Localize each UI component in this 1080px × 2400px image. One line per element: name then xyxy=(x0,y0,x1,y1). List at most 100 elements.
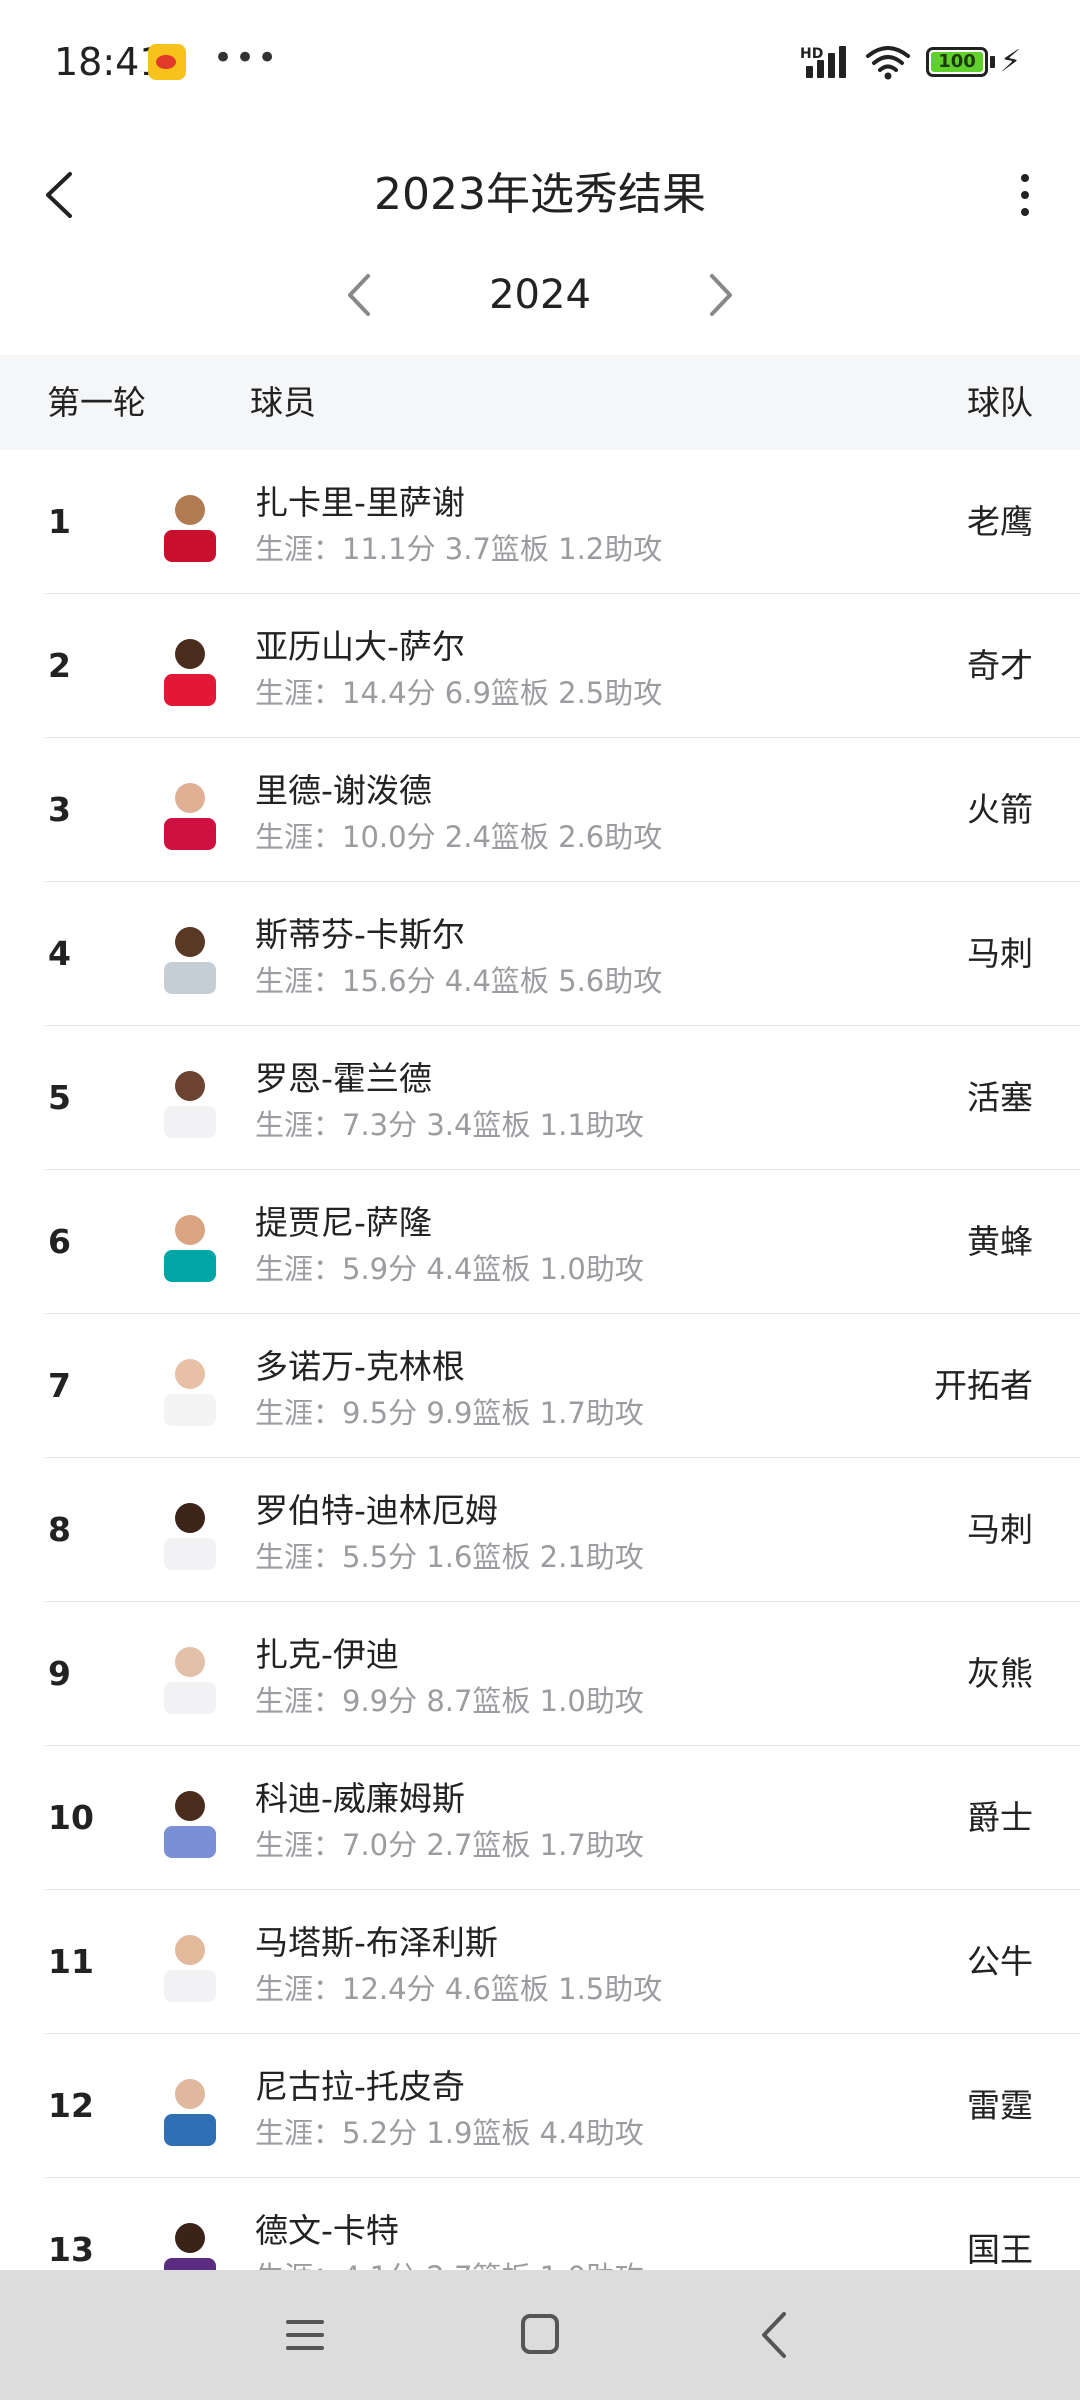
next-year-button[interactable] xyxy=(690,260,750,330)
battery-percent: 100 xyxy=(938,51,976,72)
pick-number: 5 xyxy=(48,1078,71,1117)
table-row[interactable]: 8 罗伯特-迪林厄姆 生涯：5.5分 1.6篮板 2.1助攻 马刺 xyxy=(0,1458,1080,1602)
year-label: 2024 xyxy=(489,272,591,318)
player-stats: 生涯：7.0分 2.7篮板 1.7助攻 xyxy=(255,1828,644,1862)
player-name: 科迪-威廉姆斯 xyxy=(255,1779,465,1818)
player-stats: 生涯：9.5分 9.9篮板 1.7助攻 xyxy=(255,1396,644,1430)
player-name: 德文-卡特 xyxy=(255,2211,399,2250)
player-name: 斯蒂芬-卡斯尔 xyxy=(255,915,465,954)
pick-number: 6 xyxy=(48,1222,71,1261)
team-name: 公牛 xyxy=(967,1942,1033,1981)
team-name: 活塞 xyxy=(967,1078,1033,1117)
player-stats: 生涯：7.3分 3.4篮板 1.1助攻 xyxy=(255,1108,644,1142)
column-header-player: 球员 xyxy=(250,383,316,422)
player-name: 提贾尼-萨隆 xyxy=(255,1203,432,1242)
chevron-left-icon xyxy=(348,274,370,316)
table-row[interactable]: 10 科迪-威廉姆斯 生涯：7.0分 2.7篮板 1.7助攻 爵士 xyxy=(0,1746,1080,1890)
signal-icon xyxy=(806,44,852,78)
pick-number: 7 xyxy=(48,1366,71,1405)
year-selector: 2024 xyxy=(0,240,1080,350)
team-name: 马刺 xyxy=(967,1510,1033,1549)
player-stats: 生涯：9.9分 8.7篮板 1.0助攻 xyxy=(255,1684,644,1718)
pick-number: 12 xyxy=(48,2086,94,2125)
player-stats: 生涯：4.1分 2.7篮板 1.0助攻 xyxy=(255,2254,644,2270)
prev-year-button[interactable] xyxy=(330,260,390,330)
player-name: 里德-谢泼德 xyxy=(255,771,432,810)
menu-icon[interactable] xyxy=(270,2300,340,2370)
table-row[interactable]: 11 马塔斯-布泽利斯 生涯：12.4分 4.6篮板 1.5助攻 公牛 xyxy=(0,1890,1080,2034)
player-name: 扎克-伊迪 xyxy=(255,1635,399,1674)
team-name: 马刺 xyxy=(967,934,1033,973)
player-name: 马塔斯-布泽利斯 xyxy=(255,1923,498,1962)
charging-icon: ⚡ xyxy=(1000,44,1022,79)
weibo-icon xyxy=(148,44,186,80)
player-stats: 生涯：12.4分 4.6篮板 1.5助攻 xyxy=(255,1972,663,2006)
player-stats: 生涯：11.1分 3.7篮板 1.2助攻 xyxy=(255,532,663,566)
wifi-icon xyxy=(866,46,910,80)
player-avatar xyxy=(164,2223,216,2270)
team-name: 老鹰 xyxy=(967,502,1033,541)
player-avatar xyxy=(164,927,216,994)
player-name: 罗恩-霍兰德 xyxy=(255,1059,432,1098)
player-avatar xyxy=(164,1071,216,1138)
team-name: 奇才 xyxy=(967,646,1033,685)
team-name: 开拓者 xyxy=(934,1366,1033,1405)
table-row[interactable]: 12 尼古拉-托皮奇 生涯：5.2分 1.9篮板 4.4助攻 雷霆 xyxy=(0,2034,1080,2178)
player-stats: 生涯：5.5分 1.6篮板 2.1助攻 xyxy=(255,1540,644,1574)
player-stats: 生涯：10.0分 2.4篮板 2.6助攻 xyxy=(255,820,663,854)
player-avatar xyxy=(164,1935,216,2002)
player-stats: 生涯：5.2分 1.9篮板 4.4助攻 xyxy=(255,2116,644,2150)
table-row[interactable]: 3 里德-谢泼德 生涯：10.0分 2.4篮板 2.6助攻 火箭 xyxy=(0,738,1080,882)
pick-number: 3 xyxy=(48,790,71,829)
pick-number: 1 xyxy=(48,502,71,541)
player-avatar xyxy=(164,1791,216,1858)
pick-number: 9 xyxy=(48,1654,71,1693)
player-name: 尼古拉-托皮奇 xyxy=(255,2067,465,2106)
column-header-team: 球队 xyxy=(967,383,1033,422)
table-row[interactable]: 6 提贾尼-萨隆 生涯：5.9分 4.4篮板 1.0助攻 黄蜂 xyxy=(0,1170,1080,1314)
team-name: 国王 xyxy=(967,2230,1033,2269)
player-name: 罗伯特-迪林厄姆 xyxy=(255,1491,498,1530)
status-bar: 18:41 ••• HD 100 ⚡ xyxy=(0,0,1080,125)
battery-icon: 100 xyxy=(926,47,988,77)
team-name: 火箭 xyxy=(967,790,1033,829)
player-avatar xyxy=(164,1215,216,1282)
player-avatar xyxy=(164,639,216,706)
back-icon[interactable] xyxy=(740,2300,810,2370)
player-avatar xyxy=(164,1647,216,1714)
chevron-right-icon xyxy=(710,274,732,316)
table-row[interactable]: 2 亚历山大-萨尔 生涯：14.4分 6.9篮板 2.5助攻 奇才 xyxy=(0,594,1080,738)
pick-number: 11 xyxy=(48,1942,94,1981)
table-row[interactable]: 13 德文-卡特 生涯：4.1分 2.7篮板 1.0助攻 国王 xyxy=(0,2178,1080,2270)
player-stats: 生涯：5.9分 4.4篮板 1.0助攻 xyxy=(255,1252,644,1286)
pick-number: 2 xyxy=(48,646,71,685)
player-avatar xyxy=(164,2079,216,2146)
table-row[interactable]: 1 扎卡里-里萨谢 生涯：11.1分 3.7篮板 1.2助攻 老鹰 xyxy=(0,450,1080,594)
table-row[interactable]: 5 罗恩-霍兰德 生涯：7.3分 3.4篮板 1.1助攻 活塞 xyxy=(0,1026,1080,1170)
pick-number: 10 xyxy=(48,1798,94,1837)
pick-number: 13 xyxy=(48,2230,94,2269)
team-name: 灰熊 xyxy=(967,1654,1033,1693)
player-name: 多诺万-克林根 xyxy=(255,1347,465,1386)
home-icon[interactable] xyxy=(505,2300,575,2370)
table-row[interactable]: 4 斯蒂芬-卡斯尔 生涯：15.6分 4.4篮板 5.6助攻 马刺 xyxy=(0,882,1080,1026)
player-avatar xyxy=(164,495,216,562)
table-row[interactable]: 9 扎克-伊迪 生涯：9.9分 8.7篮板 1.0助攻 灰熊 xyxy=(0,1602,1080,1746)
column-header-round: 第一轮 xyxy=(47,383,146,422)
more-dots-icon: ••• xyxy=(213,38,280,78)
player-avatar xyxy=(164,1359,216,1426)
player-name: 亚历山大-萨尔 xyxy=(255,627,465,666)
table-row[interactable]: 7 多诺万-克林根 生涯：9.5分 9.9篮板 1.7助攻 开拓者 xyxy=(0,1314,1080,1458)
player-avatar xyxy=(164,783,216,850)
pick-number: 4 xyxy=(48,934,71,973)
team-name: 雷霆 xyxy=(967,2086,1033,2125)
player-stats: 生涯：14.4分 6.9篮板 2.5助攻 xyxy=(255,676,663,710)
player-name: 扎卡里-里萨谢 xyxy=(255,483,465,522)
team-name: 爵士 xyxy=(967,1798,1033,1837)
pick-list: 1 扎卡里-里萨谢 生涯：11.1分 3.7篮板 1.2助攻 老鹰 2 亚历山大… xyxy=(0,450,1080,2270)
battery-tip xyxy=(990,56,995,68)
table-header: 第一轮 球员 球队 xyxy=(0,355,1080,450)
system-nav-bar xyxy=(0,2270,1080,2400)
player-stats: 生涯：15.6分 4.4篮板 5.6助攻 xyxy=(255,964,663,998)
pick-number: 8 xyxy=(48,1510,71,1549)
